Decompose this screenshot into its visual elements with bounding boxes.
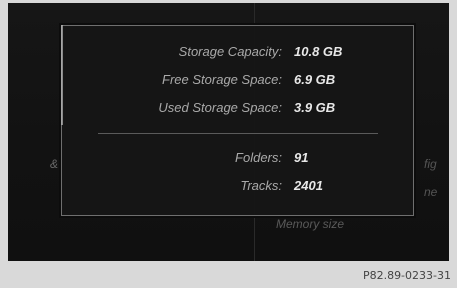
background-hint-right-2: ne — [424, 185, 438, 199]
used-storage-label: Used Storage Space: — [158, 99, 282, 115]
display-screen: & fig ne Memory size Storage Capacity: 1… — [8, 3, 449, 261]
used-storage-row: Used Storage Space: 3.9 GB — [62, 96, 335, 118]
tracks-label: Tracks: — [240, 177, 282, 193]
free-storage-label: Free Storage Space: — [162, 71, 282, 87]
free-storage-row: Free Storage Space: 6.9 GB — [62, 68, 335, 90]
storage-capacity-row: Storage Capacity: 10.8 GB — [62, 40, 343, 62]
storage-capacity-value: 10.8 GB — [294, 43, 343, 59]
free-storage-value: 6.9 GB — [294, 71, 336, 87]
background-hint-right-1: fig — [424, 157, 437, 171]
background-hint-memory: Memory size — [276, 217, 345, 231]
tracks-value: 2401 — [294, 177, 323, 193]
folders-label: Folders: — [235, 149, 282, 165]
used-storage-value: 3.9 GB — [294, 99, 336, 115]
popup-divider — [98, 133, 378, 134]
folders-value: 91 — [294, 149, 309, 165]
tracks-row: Tracks: 2401 — [62, 174, 323, 196]
storage-capacity-label: Storage Capacity: — [178, 43, 282, 59]
figure-caption: P82.89-0233-31 — [362, 269, 451, 282]
background-list-marker: & — [50, 157, 59, 171]
folders-row: Folders: 91 — [62, 146, 308, 168]
storage-info-popup: Storage Capacity: 10.8 GB Free Storage S… — [61, 25, 414, 216]
